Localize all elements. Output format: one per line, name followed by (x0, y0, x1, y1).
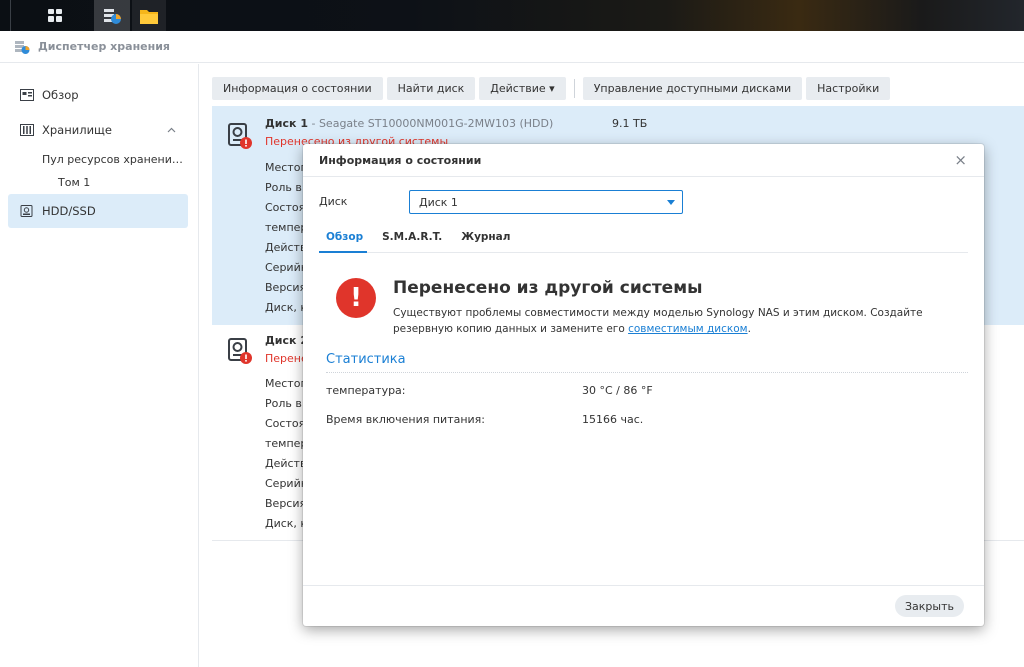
warning-description: Существуют проблемы совместимости между … (393, 307, 923, 335)
grid-icon (48, 9, 62, 22)
stat-value: 30 °C / 86 °F (582, 384, 653, 397)
compatible-disk-link[interactable]: совместимым диском (628, 323, 748, 335)
manage-available-disks-button[interactable]: Управление доступными дисками (582, 77, 803, 100)
taskbar-storage-manager[interactable] (94, 0, 130, 31)
disk-name: Диск 1 - Seagate ST10000NM001G-2MW103 (H… (265, 117, 554, 130)
chevron-down-icon (667, 200, 675, 205)
stat-key: Время включения питания: (326, 413, 486, 426)
disk-size: 9.1 ТБ (612, 117, 648, 130)
statistics-title: Статистика (326, 352, 406, 367)
taskbar-divider (10, 0, 11, 31)
warning-title: Перенесено из другой системы (393, 278, 703, 298)
disk-name: Диск 2 (265, 334, 308, 347)
chevron-up-icon[interactable] (167, 127, 176, 133)
close-button[interactable]: Закрыть (895, 595, 964, 617)
close-icon[interactable]: × (954, 151, 967, 169)
stat-value: 15166 час. (582, 413, 644, 426)
dialog-title: Информация о состоянии (319, 154, 482, 167)
toolbar-divider (573, 79, 575, 98)
dialog-divider (303, 176, 984, 177)
toolbar: Информация о состоянии Найти диск Действ… (212, 77, 891, 100)
sidebar-item-hdd-ssd[interactable]: HDD/SSD (8, 194, 188, 228)
sidebar: Обзор Хранилище Пул ресурсов хранени… То… (0, 64, 199, 667)
main-menu-button[interactable] (28, 0, 82, 31)
app-title: Диспетчер хранения (38, 40, 170, 53)
find-disk-button[interactable]: Найти диск (386, 77, 476, 100)
disk-model: - Seagate ST10000NM001G-2MW103 (HDD) (307, 117, 554, 130)
storage-manager-icon (15, 40, 30, 54)
tabs-divider (319, 252, 968, 253)
disk-select[interactable]: Диск 1 (409, 190, 683, 214)
storage-manager-icon (104, 8, 121, 24)
disk-select-label: Диск (319, 195, 348, 208)
stat-key: температура: (326, 384, 406, 397)
sidebar-item-label: HDD/SSD (42, 204, 96, 218)
folder-icon (140, 9, 158, 24)
tab-overview[interactable]: Обзор (326, 231, 363, 243)
sidebar-item-label: Хранилище (42, 123, 112, 137)
taskbar (0, 0, 1024, 31)
sidebar-item-volume[interactable]: Том 1 (58, 176, 90, 189)
health-info-dialog: Информация о состоянии × Диск Диск 1 Обз… (303, 144, 984, 626)
footer-divider (303, 585, 984, 586)
hdd-warning-icon (228, 123, 252, 149)
taskbar-file-station[interactable] (132, 0, 166, 31)
action-dropdown-button[interactable]: Действие ▾ (479, 77, 566, 100)
hdd-warning-icon (228, 338, 252, 364)
sidebar-item-pool[interactable]: Пул ресурсов хранени… (42, 153, 183, 166)
active-tab-indicator (319, 251, 367, 253)
statistics-divider (326, 372, 968, 373)
disk-select-value: Диск 1 (419, 195, 458, 209)
sidebar-item-storage[interactable]: Хранилище (8, 113, 188, 147)
settings-button[interactable]: Настройки (806, 77, 891, 100)
tab-log[interactable]: Журнал (461, 231, 510, 243)
overview-icon (20, 89, 34, 101)
sidebar-item-label: Обзор (42, 88, 79, 102)
error-icon: ! (336, 278, 376, 318)
storage-icon (20, 124, 34, 136)
app-title-bar: Диспетчер хранения (0, 31, 1024, 63)
tab-smart[interactable]: S.M.A.R.T. (382, 231, 442, 243)
sidebar-item-overview[interactable]: Обзор (8, 78, 188, 112)
dialog-tabs: Обзор S.M.A.R.T. Журнал (326, 231, 510, 243)
health-info-button[interactable]: Информация о состоянии (212, 77, 383, 100)
hdd-icon (20, 205, 33, 217)
